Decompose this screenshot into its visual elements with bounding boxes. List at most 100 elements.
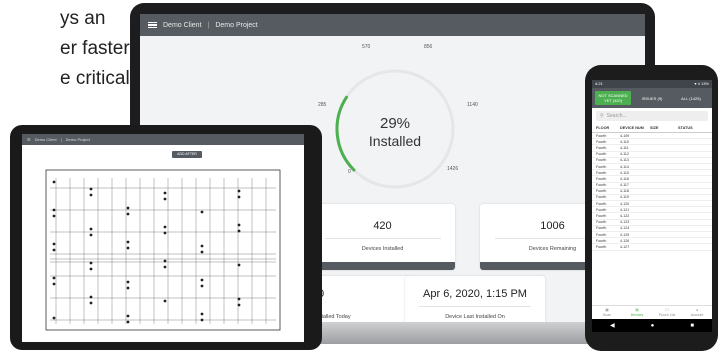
device-marker[interactable] bbox=[200, 244, 204, 248]
table-cell: Fourth bbox=[596, 183, 607, 188]
device-marker[interactable] bbox=[200, 210, 204, 214]
device-marker[interactable] bbox=[200, 278, 204, 282]
project-name[interactable]: Demo Project bbox=[66, 137, 90, 142]
card-value: 420 bbox=[373, 220, 392, 232]
table-cell: 4-120 bbox=[620, 201, 630, 206]
table-cell: 4-124 bbox=[620, 226, 630, 231]
last-installed-card: Apr 6, 2020, 1:15 PM Device Last Install… bbox=[405, 276, 545, 322]
device-marker[interactable] bbox=[52, 242, 56, 246]
table-cell: Fourth bbox=[596, 220, 607, 225]
account-icon: ● bbox=[695, 308, 699, 312]
device-marker[interactable] bbox=[52, 276, 56, 280]
device-marker[interactable] bbox=[52, 208, 56, 212]
column-header[interactable]: DEVICE NUM bbox=[620, 126, 650, 130]
device-marker[interactable] bbox=[89, 301, 93, 305]
nav-punch-list[interactable]: ☐ Punch List bbox=[652, 306, 682, 319]
device-marker[interactable] bbox=[52, 180, 56, 184]
device-marker[interactable] bbox=[89, 233, 93, 237]
device-marker[interactable] bbox=[200, 284, 204, 288]
tab-all[interactable]: ALL (1425) bbox=[673, 91, 709, 105]
device-marker[interactable] bbox=[89, 187, 93, 191]
device-marker[interactable] bbox=[237, 195, 241, 199]
table-cell: 4-122 bbox=[620, 214, 630, 219]
table-cell: Fourth bbox=[596, 244, 607, 249]
nav-label: Devices bbox=[630, 313, 644, 317]
client-name[interactable]: Demo Client bbox=[35, 137, 57, 142]
device-list: Fourth 4-109 Fourth 4-110 Fourth 4-111 Fourth 4… bbox=[592, 133, 712, 251]
device-marker[interactable] bbox=[52, 282, 56, 286]
nav-scan[interactable]: ▦ Scan bbox=[592, 306, 622, 319]
device-marker[interactable] bbox=[52, 214, 56, 218]
device-marker[interactable] bbox=[126, 314, 130, 318]
device-marker[interactable] bbox=[89, 227, 93, 231]
device-marker[interactable] bbox=[52, 248, 56, 252]
add-button[interactable]: ADD AFTER bbox=[172, 151, 202, 158]
device-marker[interactable] bbox=[89, 193, 93, 197]
gauge-tick-label: 285 bbox=[318, 102, 327, 108]
device-marker[interactable] bbox=[200, 250, 204, 254]
gauge-label: Installed bbox=[368, 133, 422, 149]
menu-icon[interactable]: ☰ bbox=[27, 137, 31, 142]
table-cell: 4-112 bbox=[620, 152, 629, 157]
table-cell: 4-121 bbox=[620, 207, 630, 212]
app-header: ☰ Demo Client | Demo Project bbox=[22, 134, 304, 145]
phone-screen: 4:21 ▾ 4 13% NOT SCANNED YET (420) ISSUE… bbox=[592, 80, 712, 332]
device-marker[interactable] bbox=[163, 259, 167, 263]
device-marker[interactable] bbox=[237, 223, 241, 227]
breadcrumb-separator: | bbox=[60, 137, 62, 142]
device-marker[interactable] bbox=[237, 263, 241, 267]
menu-icon[interactable] bbox=[148, 21, 157, 29]
device-marker[interactable] bbox=[200, 312, 204, 316]
client-name[interactable]: Demo Client bbox=[163, 22, 202, 29]
device-marker[interactable] bbox=[163, 299, 167, 303]
device-marker[interactable] bbox=[126, 240, 130, 244]
table-cell: 4-123 bbox=[620, 220, 630, 225]
device-marker[interactable] bbox=[89, 267, 93, 271]
device-marker[interactable] bbox=[163, 231, 167, 235]
device-marker[interactable] bbox=[126, 280, 130, 284]
status-bar: 4:21 ▾ 4 13% bbox=[592, 80, 712, 88]
device-marker[interactable] bbox=[126, 320, 130, 324]
devices-icon: ▤ bbox=[635, 308, 639, 312]
device-marker[interactable] bbox=[163, 197, 167, 201]
nav-devices[interactable]: ▤ Devices bbox=[622, 306, 652, 319]
device-marker[interactable] bbox=[89, 295, 93, 299]
home-icon[interactable]: ● bbox=[651, 323, 655, 329]
project-name[interactable]: Demo Project bbox=[215, 22, 257, 29]
device-marker[interactable] bbox=[52, 316, 56, 320]
device-marker[interactable] bbox=[237, 303, 241, 307]
nav-label: Scan bbox=[603, 313, 611, 317]
device-marker[interactable] bbox=[200, 318, 204, 322]
floor-plan-drawing[interactable] bbox=[42, 164, 284, 336]
column-header[interactable]: STATUS bbox=[678, 126, 708, 130]
card-label: Devices Installed bbox=[361, 246, 404, 252]
column-header[interactable]: SIZE bbox=[650, 126, 678, 130]
device-marker[interactable] bbox=[163, 265, 167, 269]
device-marker[interactable] bbox=[237, 189, 241, 193]
device-marker[interactable] bbox=[89, 261, 93, 265]
nav-account[interactable]: ● Account bbox=[682, 306, 712, 319]
install-gauge: 29% Installed bbox=[315, 49, 475, 209]
tab-issues[interactable]: ISSUES (9) bbox=[634, 91, 670, 105]
recents-icon[interactable]: ■ bbox=[690, 323, 694, 329]
table-cell: 4-110 bbox=[620, 139, 629, 144]
tab-not-scanned[interactable]: NOT SCANNED YET (420) bbox=[595, 91, 631, 105]
column-header[interactable]: FLOOR bbox=[596, 126, 620, 130]
devices-installed-card: 420 Devices Installed bbox=[310, 204, 455, 270]
device-marker[interactable] bbox=[163, 191, 167, 195]
table-cell: 4-116 bbox=[620, 176, 629, 181]
device-marker[interactable] bbox=[237, 229, 241, 233]
search-icon: ⚲ bbox=[600, 113, 604, 119]
device-marker[interactable] bbox=[163, 225, 167, 229]
system-nav-bar: ◀ ● ■ bbox=[592, 319, 712, 332]
device-marker[interactable] bbox=[126, 286, 130, 290]
device-marker[interactable] bbox=[237, 297, 241, 301]
device-marker[interactable] bbox=[126, 212, 130, 216]
gauge-tick-label: 1426 bbox=[447, 166, 459, 172]
search-input[interactable]: ⚲ Search... bbox=[596, 111, 708, 121]
device-marker[interactable] bbox=[126, 246, 130, 250]
table-row[interactable]: Fourth 4-127 bbox=[592, 244, 712, 251]
device-marker[interactable] bbox=[126, 206, 130, 210]
punch-list-icon: ☐ bbox=[665, 308, 669, 312]
back-icon[interactable]: ◀ bbox=[610, 322, 615, 329]
